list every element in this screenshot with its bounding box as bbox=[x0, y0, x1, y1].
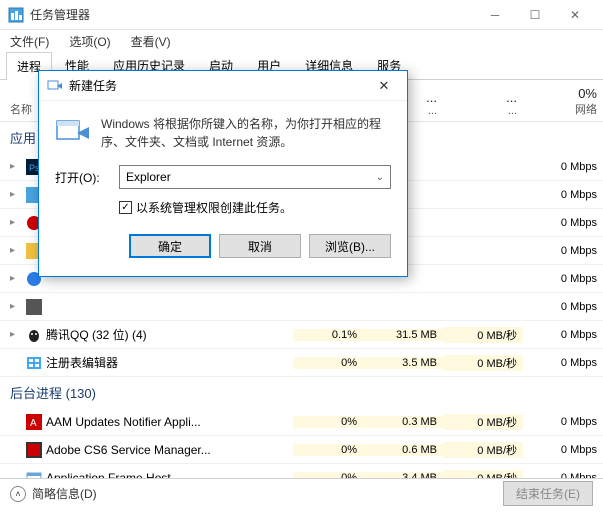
qq-icon bbox=[26, 327, 42, 343]
adobe-icon bbox=[26, 442, 42, 458]
run-app-icon bbox=[47, 78, 63, 94]
maximize-button[interactable]: ☐ bbox=[515, 0, 555, 30]
table-row[interactable]: Application Frame Host 0%3.4 MB0 MB/秒0 M… bbox=[0, 464, 603, 478]
statusbar: ˄ 简略信息(D) 结束任务(E) bbox=[0, 478, 603, 508]
table-row[interactable]: ▸腾讯QQ (32 位) (4) 0.1%31.5 MB0 MB/秒0 Mbps bbox=[0, 321, 603, 349]
dialog-titlebar: 新建任务 ✕ bbox=[39, 71, 407, 101]
dialog-buttons: 确定 取消 浏览(B)... bbox=[55, 234, 391, 262]
window-title: 任务管理器 bbox=[30, 6, 475, 23]
menubar: 文件(F) 选项(O) 查看(V) bbox=[0, 30, 603, 52]
exe-icon bbox=[26, 470, 42, 479]
dialog-close-button[interactable]: ✕ bbox=[369, 78, 399, 94]
chevron-right-icon[interactable]: ▸ bbox=[10, 273, 22, 284]
close-button[interactable]: ✕ bbox=[555, 0, 595, 30]
col-disk[interactable]: ...... bbox=[443, 90, 523, 119]
open-combobox[interactable]: Explorer ⌄ bbox=[119, 165, 391, 189]
adobe-icon: A bbox=[26, 414, 42, 430]
col-net[interactable]: 0%网络 bbox=[523, 86, 603, 119]
dialog-body: Windows 将根据你所键入的名称，为你打开相应的程序、文件夹、文档或 Int… bbox=[39, 101, 407, 276]
checkbox-label: 以系统管理权限创建此任务。 bbox=[136, 199, 292, 216]
chevron-right-icon[interactable]: ▸ bbox=[10, 189, 22, 200]
app-icon bbox=[8, 7, 24, 23]
open-row: 打开(O): Explorer ⌄ bbox=[55, 165, 391, 189]
run-dialog: 新建任务 ✕ Windows 将根据你所键入的名称，为你打开相应的程序、文件夹、… bbox=[38, 70, 408, 277]
run-icon bbox=[55, 115, 91, 151]
chevron-down-icon: ⌄ bbox=[376, 172, 384, 183]
regedit-icon bbox=[26, 355, 42, 371]
checkbox-checked-icon: ✓ bbox=[119, 201, 132, 214]
svg-text:A: A bbox=[30, 418, 37, 429]
chevron-right-icon[interactable]: ▸ bbox=[10, 245, 22, 256]
menu-options[interactable]: 选项(O) bbox=[65, 31, 114, 52]
chevron-right-icon[interactable]: ▸ bbox=[10, 217, 22, 228]
admin-checkbox-row[interactable]: ✓ 以系统管理权限创建此任务。 bbox=[55, 199, 391, 216]
dialog-title: 新建任务 bbox=[69, 77, 369, 94]
table-row[interactable]: Adobe CS6 Service Manager... 0%0.6 MB0 M… bbox=[0, 436, 603, 464]
open-label: 打开(O): bbox=[55, 169, 111, 186]
chevron-right-icon[interactable]: ▸ bbox=[10, 329, 22, 340]
app-icon bbox=[26, 299, 42, 315]
menu-file[interactable]: 文件(F) bbox=[6, 31, 53, 52]
chevron-right-icon[interactable]: ▸ bbox=[10, 301, 22, 312]
end-task-button[interactable]: 结束任务(E) bbox=[503, 481, 593, 506]
chevron-right-icon[interactable]: ▸ bbox=[10, 161, 22, 172]
open-value: Explorer bbox=[126, 170, 171, 184]
titlebar: 任务管理器 ─ ☐ ✕ bbox=[0, 0, 603, 30]
browse-button[interactable]: 浏览(B)... bbox=[309, 234, 391, 258]
table-row[interactable]: AAAM Updates Notifier Appli... 0%0.3 MB0… bbox=[0, 408, 603, 436]
cancel-button[interactable]: 取消 bbox=[219, 234, 301, 258]
group-background: 后台进程 (130) bbox=[0, 377, 603, 408]
dialog-description-row: Windows 将根据你所键入的名称，为你打开相应的程序、文件夹、文档或 Int… bbox=[55, 115, 391, 151]
minimize-button[interactable]: ─ bbox=[475, 0, 515, 30]
window-buttons: ─ ☐ ✕ bbox=[475, 0, 595, 30]
table-row[interactable]: ▸ 0 Mbps bbox=[0, 293, 603, 321]
fewer-details-button[interactable]: ˄ 简略信息(D) bbox=[10, 485, 97, 502]
table-row[interactable]: 注册表编辑器 0%3.5 MB0 MB/秒0 Mbps bbox=[0, 349, 603, 377]
menu-view[interactable]: 查看(V) bbox=[127, 31, 175, 52]
ok-button[interactable]: 确定 bbox=[129, 234, 211, 258]
chevron-up-circle-icon: ˄ bbox=[10, 486, 26, 502]
